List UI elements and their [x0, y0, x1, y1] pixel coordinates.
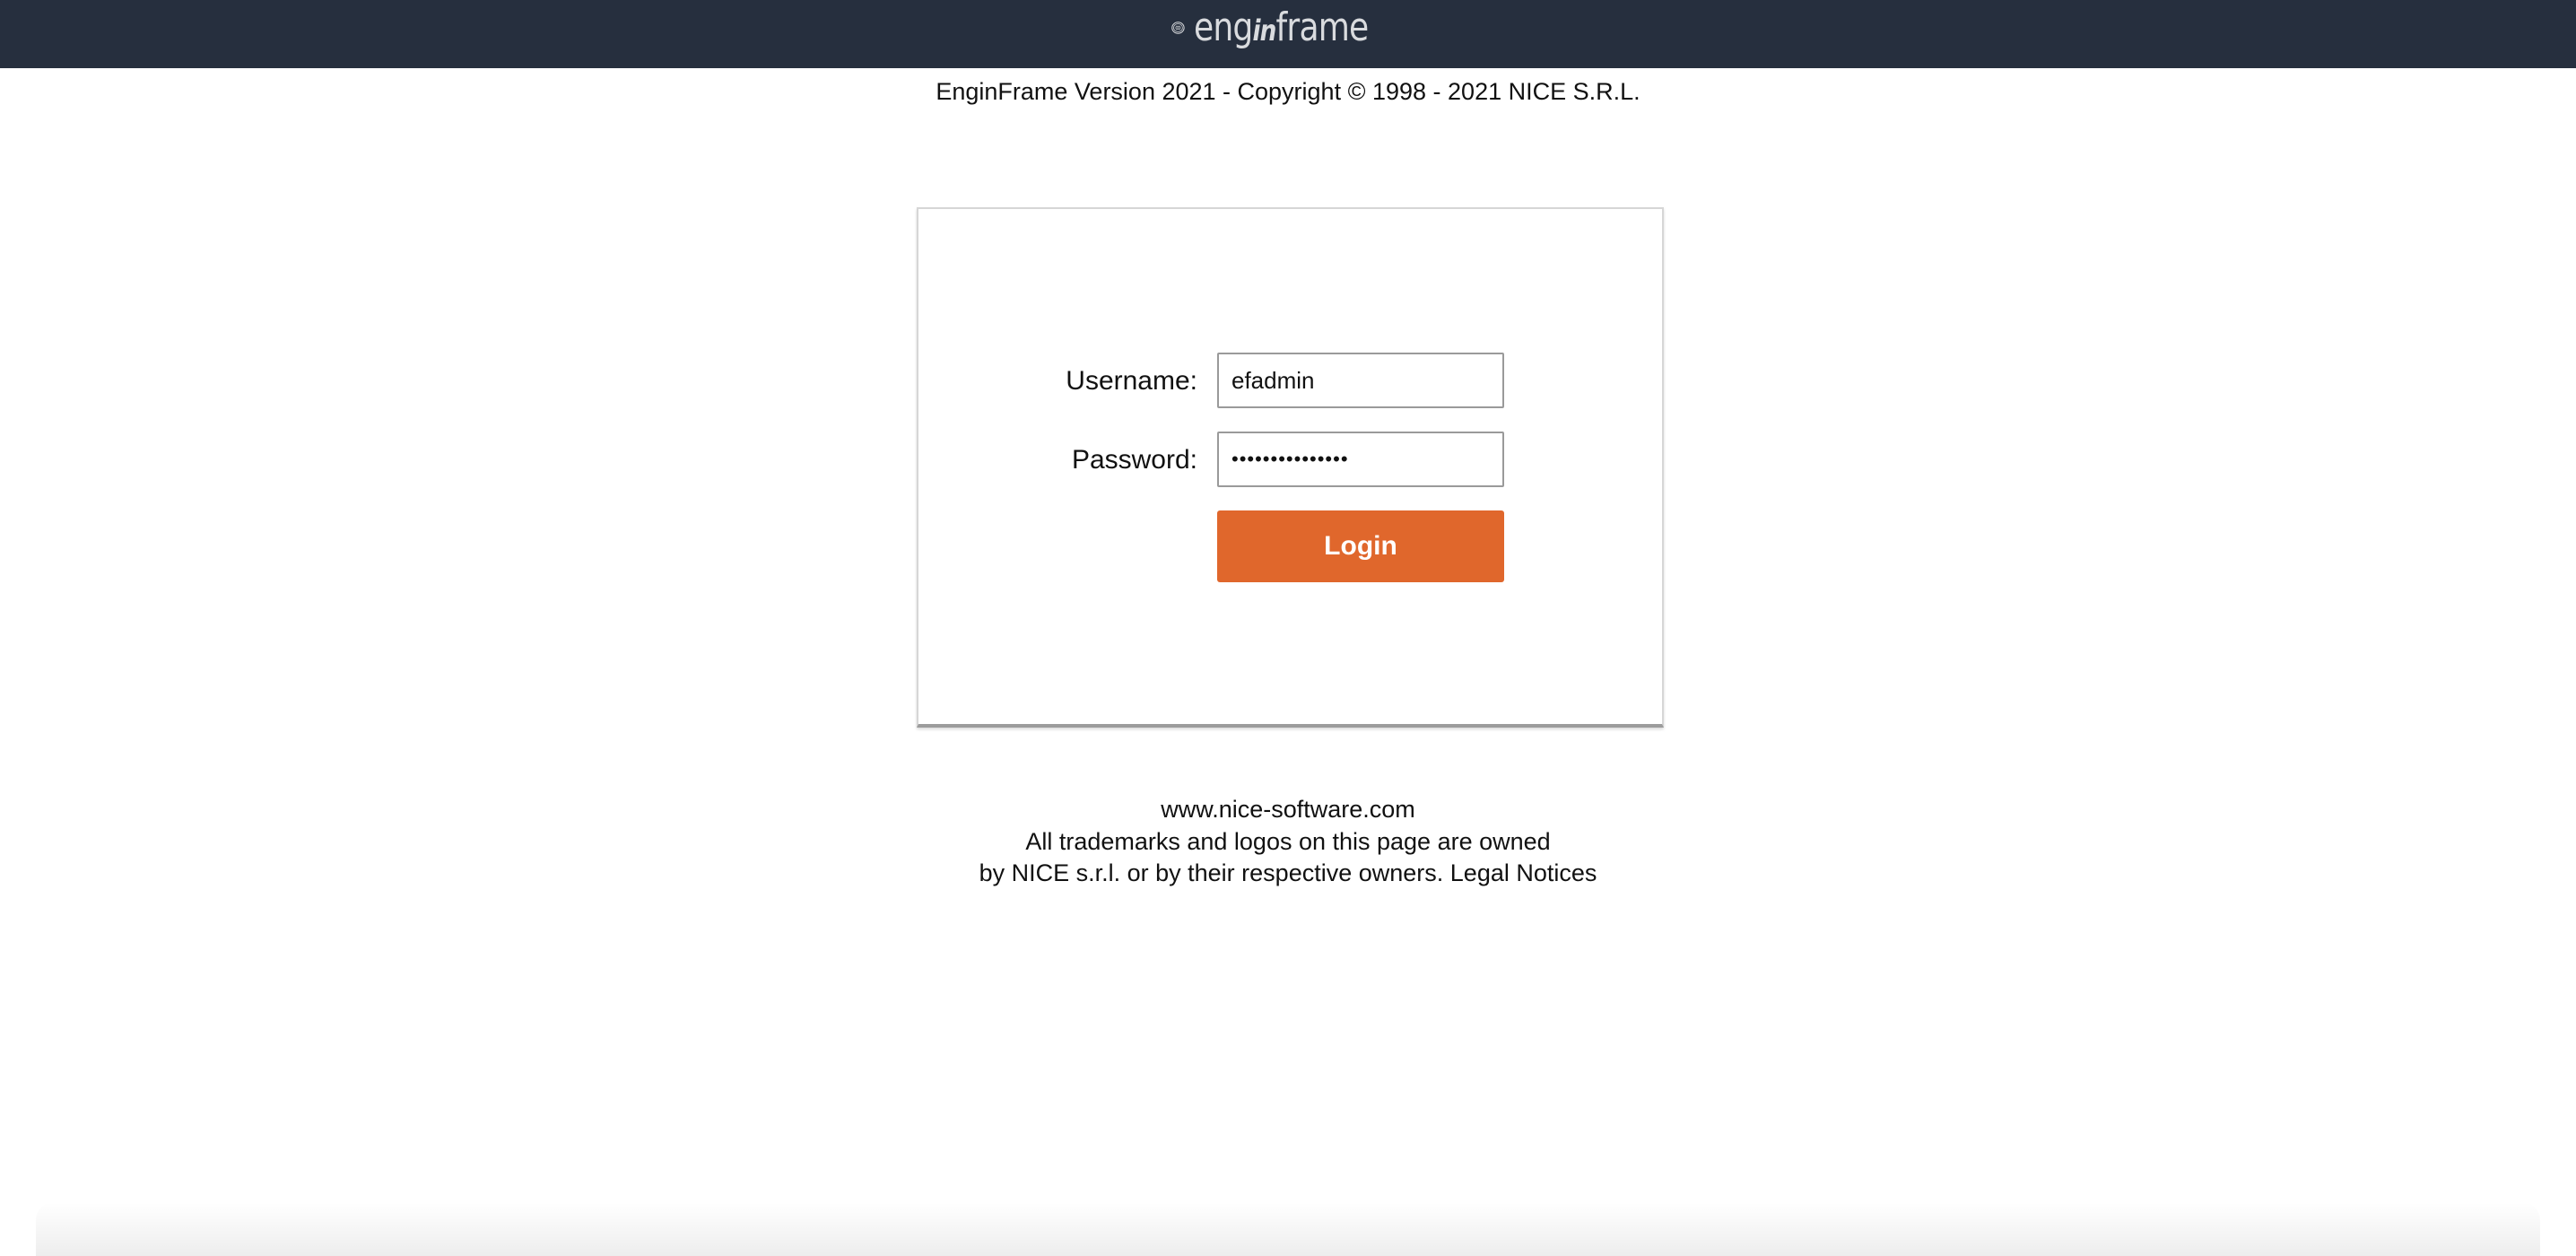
- logo-wordmark: enginframe: [1193, 4, 1369, 50]
- username-input[interactable]: efadmin: [1217, 353, 1504, 408]
- legal-notices-link[interactable]: Legal Notices: [1450, 859, 1597, 886]
- password-label: Password:: [1071, 445, 1197, 475]
- footer-owners-text: by NICE s.r.l. or by their respective ow…: [979, 859, 1450, 886]
- bottom-shadow: [36, 1202, 2540, 1256]
- login-button[interactable]: Login: [1217, 510, 1504, 582]
- password-input[interactable]: •••••••••••••••: [1217, 432, 1504, 487]
- footer-trademarks: All trademarks and logos on this page ar…: [1025, 828, 1551, 855]
- enginframe-logo-icon: [1171, 22, 1185, 34]
- footer-website: www.nice-software.com: [0, 793, 2576, 825]
- top-header-bar: enginframe: [0, 0, 2576, 68]
- version-copyright: EnginFrame Version 2021 - Copyright © 19…: [936, 78, 1640, 105]
- enginframe-logo: enginframe: [1171, 2, 1406, 54]
- username-label: Username:: [1066, 366, 1197, 396]
- footer-owners: by NICE s.r.l. or by their respective ow…: [0, 857, 2576, 889]
- website-link[interactable]: www.nice-software.com: [1161, 796, 1415, 823]
